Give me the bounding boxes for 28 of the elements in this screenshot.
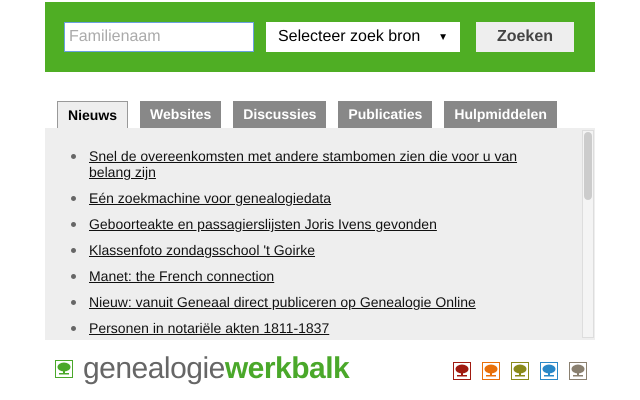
source-select[interactable]: Selecteer zoek bron ▼ <box>266 22 460 52</box>
news-link[interactable]: Manet: the French connection <box>89 268 274 284</box>
tab[interactable]: Publicaties <box>338 101 432 128</box>
tab[interactable]: Hulpmiddelen <box>444 101 557 128</box>
tab[interactable]: Websites <box>140 101 222 128</box>
tab[interactable]: Nieuws <box>57 101 128 129</box>
tab[interactable]: Discussies <box>233 101 326 128</box>
surname-field[interactable]: Familienaam <box>64 22 254 52</box>
news-link[interactable]: Personen in notariële akten 1811-1837 <box>89 320 330 336</box>
logo: genealogiewerkbalk <box>83 352 350 386</box>
tree-icon[interactable] <box>453 362 471 380</box>
tree-icon[interactable] <box>511 362 529 380</box>
bullet-icon <box>71 222 76 227</box>
news-link[interactable]: Snel de overeenkomsten met andere stambomen zien die voor u van belang zijn <box>89 148 545 180</box>
news-link[interactable]: Eén zoekmachine voor genealogiedata <box>89 190 332 206</box>
bullet-icon <box>71 274 76 279</box>
bullet-icon <box>71 248 76 253</box>
tree-icon[interactable] <box>569 362 587 380</box>
tree-icon[interactable] <box>540 362 558 380</box>
search-button[interactable]: Zoeken <box>476 22 574 52</box>
bullet-icon <box>71 326 76 331</box>
news-link[interactable]: Nieuw: vanuit Geneaal direct publiceren op Genealogie Online <box>89 294 476 310</box>
news-link[interactable]: Klassenfoto zondagsschool 't Goirke <box>89 242 316 258</box>
scrollbar[interactable] <box>582 130 594 338</box>
news-link[interactable]: Geboorteakte en passagierslijsten Joris Ivens gevonden <box>89 216 437 232</box>
bullet-icon <box>71 196 76 201</box>
bullet-icon <box>71 154 76 159</box>
bullet-icon <box>71 300 76 305</box>
